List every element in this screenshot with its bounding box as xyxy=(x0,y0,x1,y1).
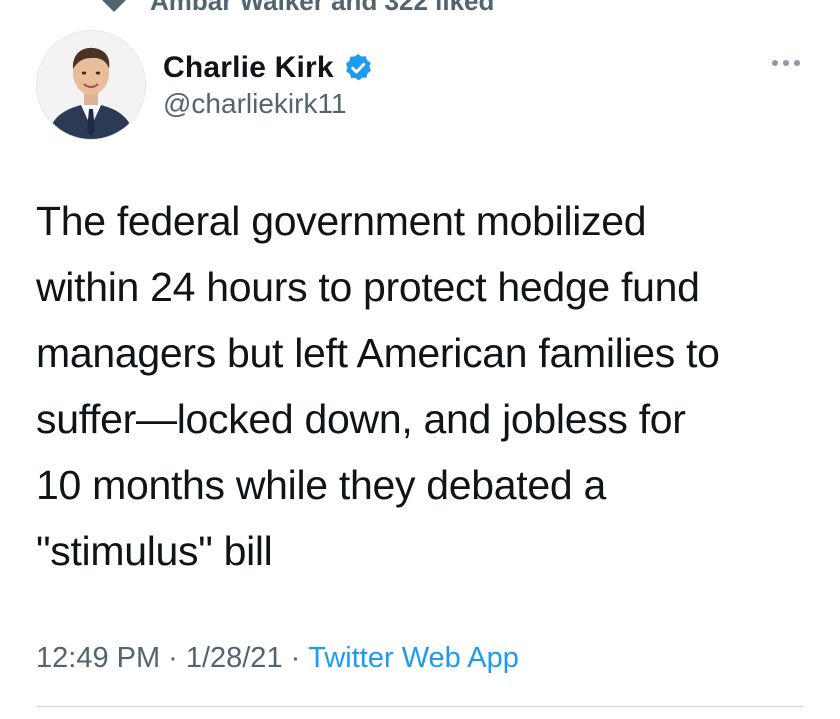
meta-separator: · xyxy=(290,641,301,674)
tweet-meta: 12:49 PM · 1/28/21 · Twitter Web App xyxy=(36,636,519,680)
verified-badge-icon xyxy=(342,52,374,84)
author-handle[interactable]: @charliekirk11 xyxy=(163,88,347,120)
social-context-text: Ambar Walker and 322 liked xyxy=(150,0,495,16)
tweet-time[interactable]: 12:49 PM xyxy=(36,642,160,675)
tweet-text: The federal government mobilized within … xyxy=(36,198,720,574)
divider xyxy=(36,706,804,707)
avatar[interactable] xyxy=(36,30,146,140)
more-dots-icon xyxy=(783,60,789,66)
heart-icon xyxy=(100,0,128,13)
meta-separator: · xyxy=(168,641,178,674)
display-name[interactable]: Charlie Kirk xyxy=(163,51,334,85)
tweet-source-link[interactable]: Twitter Web App xyxy=(308,642,519,675)
author-name-row[interactable]: Charlie Kirk xyxy=(163,48,374,88)
tweet-date[interactable]: 1/28/21 xyxy=(186,642,283,675)
more-dots-icon xyxy=(772,60,778,66)
social-context[interactable]: Ambar Walker and 322 liked xyxy=(100,0,494,16)
more-dots-icon xyxy=(794,60,800,66)
more-button[interactable] xyxy=(764,48,808,78)
